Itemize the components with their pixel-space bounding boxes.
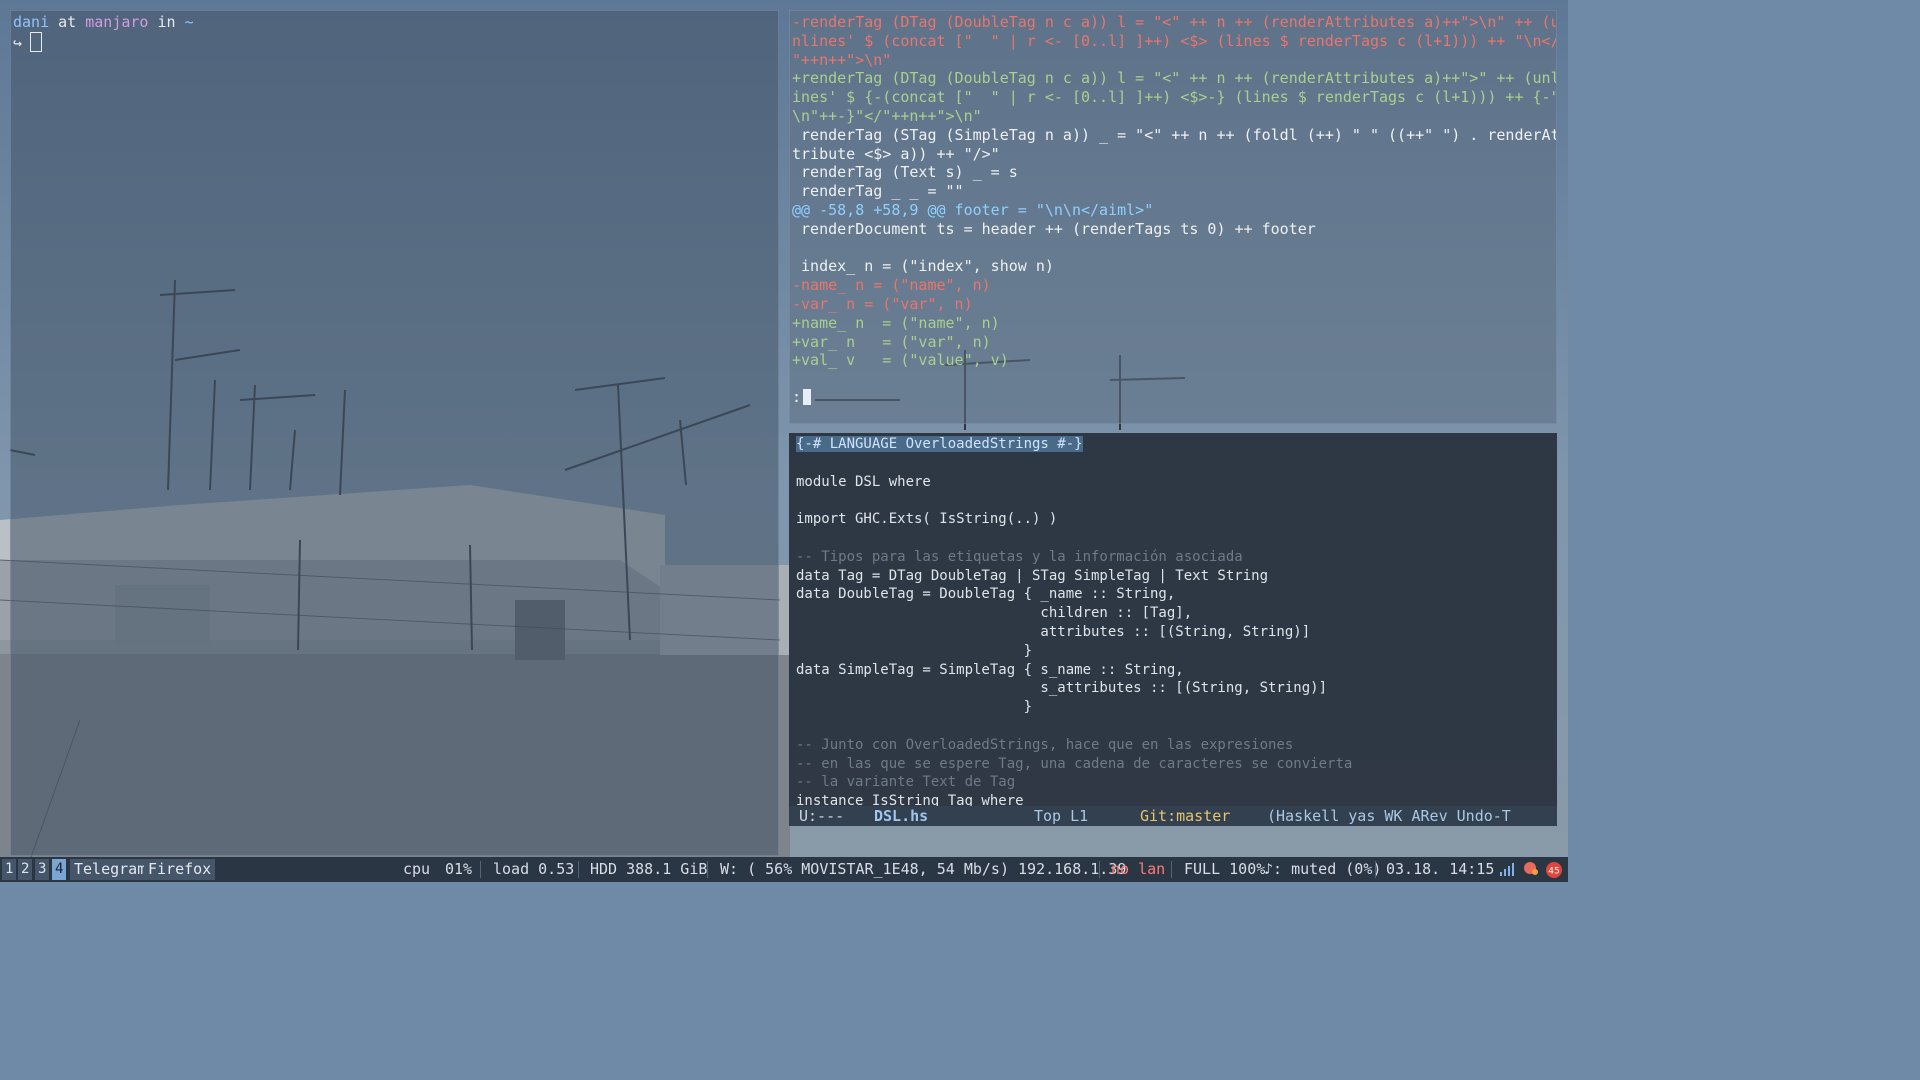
editor-modeline: U:--- DSL.hs Top L1 Git:master (Haskell … — [789, 806, 1557, 826]
code-line[interactable]: children :: [Tag], — [796, 604, 1192, 623]
diff-removed-line: -var_ n = ("var", n) — [792, 295, 973, 313]
diff-removed-line: nlines' $ (concat [" " | r <- [0..l] ]++… — [792, 31, 1557, 50]
terminal-cursor — [30, 32, 43, 52]
pager-prompt-text: : — [792, 388, 802, 406]
pager-cursor — [803, 389, 812, 405]
diff-added-line: +renderTag (DTag (DoubleTag n c a)) l = … — [792, 69, 1557, 88]
status-bar: 1 2 3 4 Telegram Firefox cpu 01% load 0.… — [0, 857, 1568, 882]
diff-added-line: +val_ v = ("value", v) — [792, 351, 1009, 370]
prompt-dir: ~ — [184, 13, 194, 31]
diff-context-line: renderTag (Text s) _ = s — [792, 163, 1018, 182]
code-line[interactable]: module DSL where — [796, 473, 931, 492]
code-line[interactable]: attributes :: [(String, String)] — [796, 623, 1310, 642]
separator — [578, 861, 579, 878]
signal-bars-icon[interactable] — [1499, 861, 1515, 877]
modeline-position: Top L1 — [1034, 807, 1089, 825]
volume-status[interactable]: ♪: muted (0%) — [1264, 857, 1381, 882]
diff-removed-line: "++n++">\n" — [792, 50, 892, 69]
code-text: data Tag = DTag DoubleTag | STag SimpleT… — [796, 567, 1269, 584]
prompt-in: in — [148, 13, 185, 31]
code-text: } — [796, 699, 1033, 716]
separator — [1171, 861, 1172, 878]
diff-context-line: tribute <$> a)) ++ "/>" — [792, 144, 1000, 163]
workspace-3[interactable]: 3 — [35, 859, 50, 880]
modeline-state: U:--- — [799, 807, 845, 825]
code-line[interactable]: data SimpleTag = SimpleTag { s_name :: S… — [796, 661, 1184, 680]
cpu-label: cpu — [403, 860, 431, 878]
code-text: } — [796, 642, 1033, 659]
code-text: s_attributes :: [(String, String)] — [796, 680, 1328, 697]
shell-prompt-line: dani at manjaro in ~ — [13, 13, 194, 32]
code-text: import GHC.Exts( IsString(..) ) — [796, 511, 1058, 528]
cpu-value: 01% — [445, 860, 473, 878]
terminal-window[interactable]: dani at manjaro in ~ ↪ — [10, 10, 779, 856]
workspace-2[interactable]: 2 — [18, 859, 33, 880]
code-line[interactable]: } — [796, 642, 1032, 661]
code-text: -- Junto con OverloadedStrings, hace que… — [796, 736, 1294, 753]
code-line[interactable]: data Tag = DTag DoubleTag | STag SimpleT… — [796, 567, 1268, 586]
svg-text:45: 45 — [1548, 867, 1559, 877]
modeline-buffer-name[interactable]: DSL.hs — [874, 806, 928, 826]
shell-input-line[interactable]: ↪ — [13, 32, 43, 53]
prompt-user: dani — [13, 13, 50, 31]
diff-removed-line: -renderTag (DTag (DoubleTag n c a)) l = … — [792, 13, 1557, 31]
modeline-vc-branch[interactable]: Git:master — [1140, 806, 1230, 826]
load-average: load 0.53 — [493, 860, 575, 878]
taskbar-telegram[interactable]: Telegram — [70, 859, 151, 880]
code-text: children :: [Tag], — [796, 605, 1193, 622]
diff-context-line: renderTag (STag (SimpleTag n a)) _ = "<"… — [792, 125, 1557, 144]
workspace-4[interactable]: 4 — [52, 859, 67, 880]
code-line[interactable]: s_attributes :: [(String, String)] — [796, 679, 1327, 698]
diff-added-line: +name_ n = ("name", n) — [792, 313, 1000, 332]
code-comment-line[interactable]: -- Junto con OverloadedStrings, hace que… — [796, 736, 1293, 755]
editor-window[interactable]: {-# LANGUAGE OverloadedStrings #-} module… — [789, 433, 1557, 826]
workspace-1[interactable]: 1 — [2, 859, 17, 880]
code-text: module DSL where — [796, 473, 931, 490]
diff-added-line: ines' $ {-(concat [" " | r <- [0..l] ]++… — [792, 88, 1557, 107]
separator — [480, 861, 481, 878]
code-text: -- la variante Text de Tag — [796, 774, 1016, 791]
diff-added-line: +var_ n = ("var", n) — [792, 332, 991, 351]
wifi-status: W: ( 56% MOVISTAR_1E48, 54 Mb/s) 192.168… — [720, 860, 1127, 878]
telegram-tray-icon[interactable]: 45 — [1545, 861, 1563, 879]
diff-pager-window[interactable]: -renderTag (DTag (DoubleTag n c a)) l = … — [789, 10, 1557, 424]
separator — [707, 861, 708, 878]
pager-prompt[interactable]: : — [792, 388, 812, 407]
code-text: {-# LANGUAGE OverloadedStrings #-} — [796, 436, 1083, 452]
diff-hunk-header: @@ -58,8 +58,9 @@ footer = "\n\n</aiml>" — [792, 201, 1154, 219]
diff-context-line: renderTag _ _ = "" — [792, 182, 964, 201]
code-text: -- en las que se espere Tag, una cadena … — [796, 755, 1353, 772]
code-text: -- Tipos para las etiquetas y la informa… — [796, 548, 1243, 565]
notification-bubble-icon[interactable] — [1522, 861, 1540, 877]
code-comment-line[interactable]: -- Tipos para las etiquetas y la informa… — [796, 548, 1243, 567]
diff-context-line: index_ n = ("index", show n) — [792, 257, 1054, 276]
battery-status: FULL 100% — [1184, 860, 1266, 878]
prompt-at: at — [49, 13, 86, 31]
modeline-modes[interactable]: (Haskell yas WK ARev Undo-T — [1267, 806, 1511, 826]
separator — [1099, 861, 1100, 878]
code-line[interactable]: import GHC.Exts( IsString(..) ) — [796, 510, 1057, 529]
prompt-host: manjaro — [85, 13, 149, 31]
language-pragma-line[interactable]: {-# LANGUAGE OverloadedStrings #-} — [796, 435, 1083, 454]
lan-status: no lan — [1111, 860, 1166, 878]
code-text: data SimpleTag = SimpleTag { s_name :: S… — [796, 661, 1184, 678]
code-line[interactable]: } — [796, 698, 1032, 717]
code-text: data DoubleTag = DoubleTag { _name :: St… — [796, 586, 1176, 603]
code-text: attributes :: [(String, String)] — [796, 624, 1311, 640]
diff-context-line: renderDocument ts = header ++ (renderTag… — [792, 219, 1316, 238]
diff-removed-line: -name_ n = ("name", n) — [792, 276, 991, 295]
code-line[interactable]: data DoubleTag = DoubleTag { _name :: St… — [796, 585, 1175, 604]
prompt-arrow-icon: ↪ — [13, 34, 23, 52]
separator — [1375, 861, 1376, 878]
clock: 03.18. 14:15 — [1386, 860, 1495, 878]
code-comment-line[interactable]: -- en las que se espere Tag, una cadena … — [796, 755, 1352, 774]
code-comment-line[interactable]: -- la variante Text de Tag — [796, 773, 1015, 792]
disk-usage: HDD 388.1 GiB — [590, 860, 708, 878]
diff-added-line: \n"++-}"</"++n++">\n" — [792, 107, 982, 125]
taskbar-firefox[interactable]: Firefox — [144, 859, 216, 880]
